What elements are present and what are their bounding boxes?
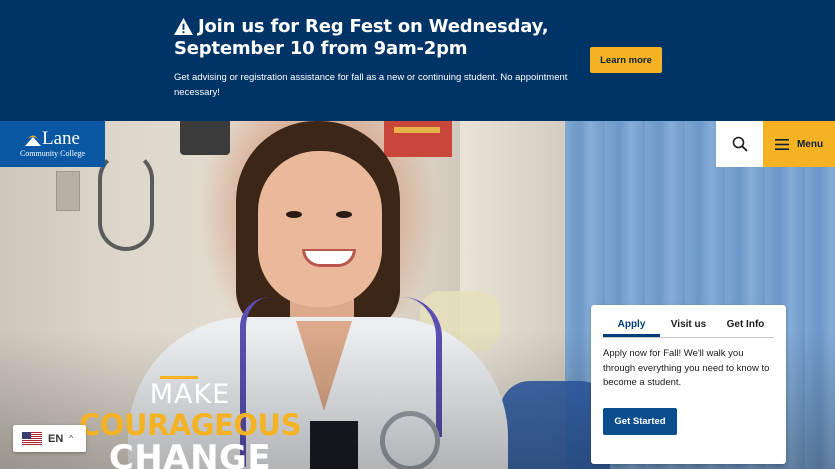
- headline-line-1: MAKE: [149, 379, 231, 410]
- tab-visit-us[interactable]: Visit us: [660, 318, 717, 337]
- card-description: Apply now for Fall! We'll walk you throu…: [603, 348, 770, 388]
- alert-title: Join us for Reg Fest on Wednesday, Septe…: [174, 16, 574, 60]
- search-icon: [732, 136, 748, 152]
- language-selector[interactable]: EN ^: [13, 425, 86, 452]
- search-button[interactable]: [716, 121, 763, 167]
- logo-subtitle: Community College: [19, 148, 86, 158]
- get-started-button[interactable]: Get Started: [603, 408, 677, 435]
- logo-name: Lane: [42, 127, 80, 149]
- language-code: EN: [48, 432, 64, 445]
- headline-line-2: COURAGEOUS: [79, 408, 301, 442]
- menu-label: Menu: [796, 138, 824, 150]
- college-logo[interactable]: Lane Community College: [0, 121, 105, 167]
- alert-description: Get advising or registration assistance …: [174, 72, 568, 98]
- alert-banner: Join us for Reg Fest on Wednesday, Septe…: [0, 0, 835, 121]
- learn-more-button[interactable]: Learn more: [590, 47, 662, 73]
- tab-apply[interactable]: Apply: [603, 318, 660, 337]
- us-flag-icon: [22, 432, 42, 445]
- apply-card: Apply Visit us Get Info Apply now for Fa…: [591, 305, 786, 464]
- card-tabs: Apply Visit us Get Info: [603, 318, 774, 338]
- tab-get-info[interactable]: Get Info: [717, 318, 774, 337]
- logo-wordmark: Lane: [25, 127, 80, 149]
- warning-icon: [174, 18, 193, 35]
- logo-mark-icon: [25, 135, 41, 146]
- alert-title-text: Join us for Reg Fest on Wednesday, Septe…: [174, 16, 549, 59]
- hamburger-icon: [774, 138, 789, 150]
- chevron-up-icon: ^: [69, 434, 74, 443]
- headline-line-3: CHANGE: [108, 438, 272, 469]
- menu-button[interactable]: Menu: [763, 121, 835, 167]
- hero-headline: MAKE COURAGEOUS CHANGE: [70, 380, 310, 469]
